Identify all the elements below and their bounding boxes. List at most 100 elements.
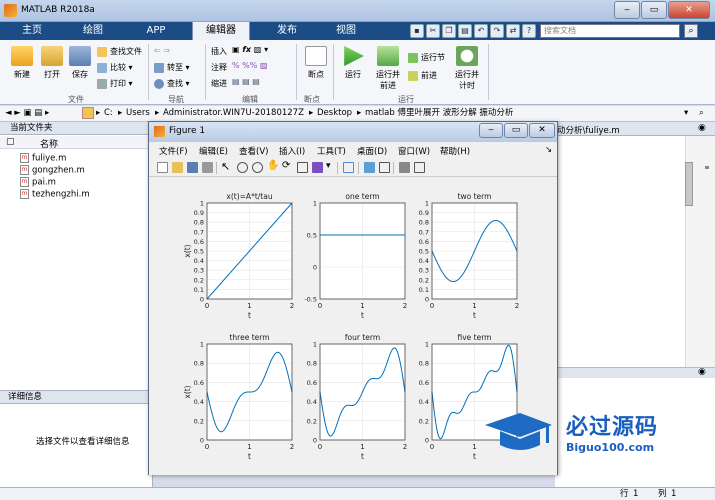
tab-view[interactable]: 视图 (320, 22, 372, 40)
show-tools-icon[interactable] (414, 162, 425, 173)
menu-help[interactable]: 帮助(H) (440, 145, 470, 157)
x-tick-label: 2 (403, 302, 407, 310)
cut-icon[interactable]: ✂ (426, 24, 440, 38)
legend-icon[interactable] (379, 162, 390, 173)
tab-apps[interactable]: APP (130, 22, 182, 40)
list-item[interactable]: m tezhengzhi.m (20, 189, 90, 200)
run-time-button[interactable]: 运行并 计时 (451, 46, 483, 91)
figure-close-button[interactable]: ✕ (529, 123, 555, 138)
print-button[interactable]: 打印 ▾ (97, 78, 133, 89)
open-icon[interactable] (172, 162, 183, 173)
hide-tools-icon[interactable] (399, 162, 410, 173)
maximize-button[interactable]: ▭ (641, 1, 667, 19)
editor-menu-icon[interactable]: ◉ (698, 123, 706, 133)
minimize-button[interactable]: ‒ (614, 1, 640, 19)
x-axis-label: t (248, 452, 251, 461)
menu-window[interactable]: 窗口(W) (398, 145, 430, 157)
indent-icons[interactable]: ▤ ▤ ▤ (232, 77, 260, 86)
search-folder-icon[interactable]: ⌕ (699, 106, 704, 121)
brush-icon[interactable] (312, 162, 323, 173)
switch-windows-icon[interactable]: ⇄ (506, 24, 520, 38)
menu-insert[interactable]: 插入(I) (279, 145, 305, 157)
paste-icon[interactable]: ▤ (458, 24, 472, 38)
tab-editor[interactable]: 编辑器 (192, 22, 250, 40)
brush-dropdown-icon[interactable]: ▾ (326, 161, 331, 171)
help-icon[interactable]: ? (522, 24, 536, 38)
compare-label: 比较 (110, 63, 126, 72)
separator (333, 44, 334, 100)
run-section-button[interactable]: 运行节 (408, 52, 445, 63)
scrollbar[interactable] (685, 162, 693, 206)
close-button[interactable]: ✕ (668, 1, 710, 19)
run-advance-button[interactable]: 运行并 前进 (372, 46, 404, 91)
tab-home[interactable]: 主页 (8, 22, 56, 40)
find-label: 查找 (167, 79, 183, 88)
advance-icon (408, 70, 418, 81)
menu-edit[interactable]: 编辑(E) (199, 145, 228, 157)
menu-tools[interactable]: 工具(T) (317, 145, 346, 157)
y-tick-label: 0.5 (307, 232, 317, 240)
path-segment-folder[interactable]: matlab 傅里叶展开 波形分解 振动分析 (365, 106, 513, 121)
insert-button[interactable]: 插入 (211, 46, 227, 57)
find-files-button[interactable]: 查找文件 (97, 46, 142, 57)
ribbon-tabs: 主页 绘图 APP 编辑器 发布 视图 ▪ ✂ ❐ ▤ ↶ ↷ ⇄ ? 搜索文档… (0, 22, 715, 40)
path-segment-users[interactable]: Users (126, 106, 150, 121)
back-forward-icon[interactable]: ⇐ ⇒ (154, 46, 170, 55)
path-segment-desktop[interactable]: Desktop (317, 106, 352, 121)
run-button[interactable]: 运行 (339, 46, 367, 80)
list-item[interactable]: m fuliye.m (20, 153, 66, 164)
insert-section-icon[interactable]: ▣ fx ▨ ▾ (232, 45, 268, 54)
list-item[interactable]: m gongzhen.m (20, 165, 85, 176)
figure-maximize-button[interactable]: ▭ (504, 123, 528, 138)
path-segment-drive[interactable]: C: (104, 106, 113, 121)
print-icon[interactable] (202, 162, 213, 173)
menu-view[interactable]: 查看(V) (239, 145, 268, 157)
search-input[interactable]: 搜索文档 (540, 24, 680, 38)
column-header[interactable]: ▢ 名称 (0, 136, 152, 150)
menu-file[interactable]: 文件(F) (159, 145, 188, 157)
editor-panel: 动分析\fuliye.m ◉ (555, 122, 715, 367)
y-tick-label: 0.6 (307, 379, 317, 387)
rotate-icon[interactable]: ⟳ (282, 160, 290, 171)
comment-button[interactable]: 注释 (211, 62, 227, 73)
breakpoints-button[interactable]: 断点 (302, 46, 330, 80)
save-icon[interactable] (187, 162, 198, 173)
separator (393, 162, 394, 174)
redo-icon[interactable]: ↷ (490, 24, 504, 38)
address-dropdown-icon[interactable]: ▾ (684, 106, 688, 121)
comment-icons[interactable]: % %% ▨ (232, 61, 267, 70)
data-cursor-icon[interactable] (297, 162, 308, 173)
path-sep: ▸ (118, 108, 123, 118)
menu-desktop[interactable]: 桌面(D) (357, 145, 387, 157)
tab-publish[interactable]: 发布 (262, 22, 312, 40)
advance-button[interactable]: 前进 (408, 70, 437, 81)
figure-toolbar: ↖ ✋ ⟳ ▾ (149, 159, 557, 177)
indent-button[interactable]: 缩进 (211, 78, 227, 89)
save-icon[interactable]: ▪ (410, 24, 424, 38)
new-figure-icon[interactable] (157, 162, 168, 173)
link-plot-icon[interactable] (343, 162, 354, 173)
new-button[interactable]: 新建 (8, 46, 36, 80)
dock-icon[interactable]: ↘ (545, 145, 552, 155)
open-button[interactable]: 打开 (38, 46, 66, 80)
undo-icon[interactable]: ↶ (474, 24, 488, 38)
zoom-in-icon[interactable] (237, 162, 248, 173)
copy-icon[interactable]: ❐ (442, 24, 456, 38)
tab-plots[interactable]: 绘图 (68, 22, 118, 40)
compare-button[interactable]: 比较 ▾ (97, 62, 133, 73)
path-segment-user[interactable]: Administrator.WIN7U-20180127Z (163, 106, 304, 121)
colorbar-icon[interactable] (364, 162, 375, 173)
command-menu-icon[interactable]: ◉ (698, 367, 706, 377)
zoom-out-icon[interactable] (252, 162, 263, 173)
search-icon[interactable]: ⌕ (684, 24, 698, 38)
editor-tab-path[interactable]: 动分析\fuliye.m (557, 124, 620, 136)
find-button[interactable]: 查找 ▾ (154, 78, 190, 89)
goto-button[interactable]: 转至 ▾ (154, 62, 190, 73)
back-icon[interactable]: ◄ ► ▣ ▤ ▸ (5, 106, 49, 121)
pointer-icon[interactable]: ↖ (221, 160, 230, 173)
figure-minimize-button[interactable]: ‒ (479, 123, 503, 138)
save-button[interactable]: 保存 (66, 46, 94, 80)
y-tick-label: 0 (425, 296, 429, 304)
list-item[interactable]: m pai.m (20, 177, 56, 188)
pan-icon[interactable]: ✋ (267, 160, 279, 171)
